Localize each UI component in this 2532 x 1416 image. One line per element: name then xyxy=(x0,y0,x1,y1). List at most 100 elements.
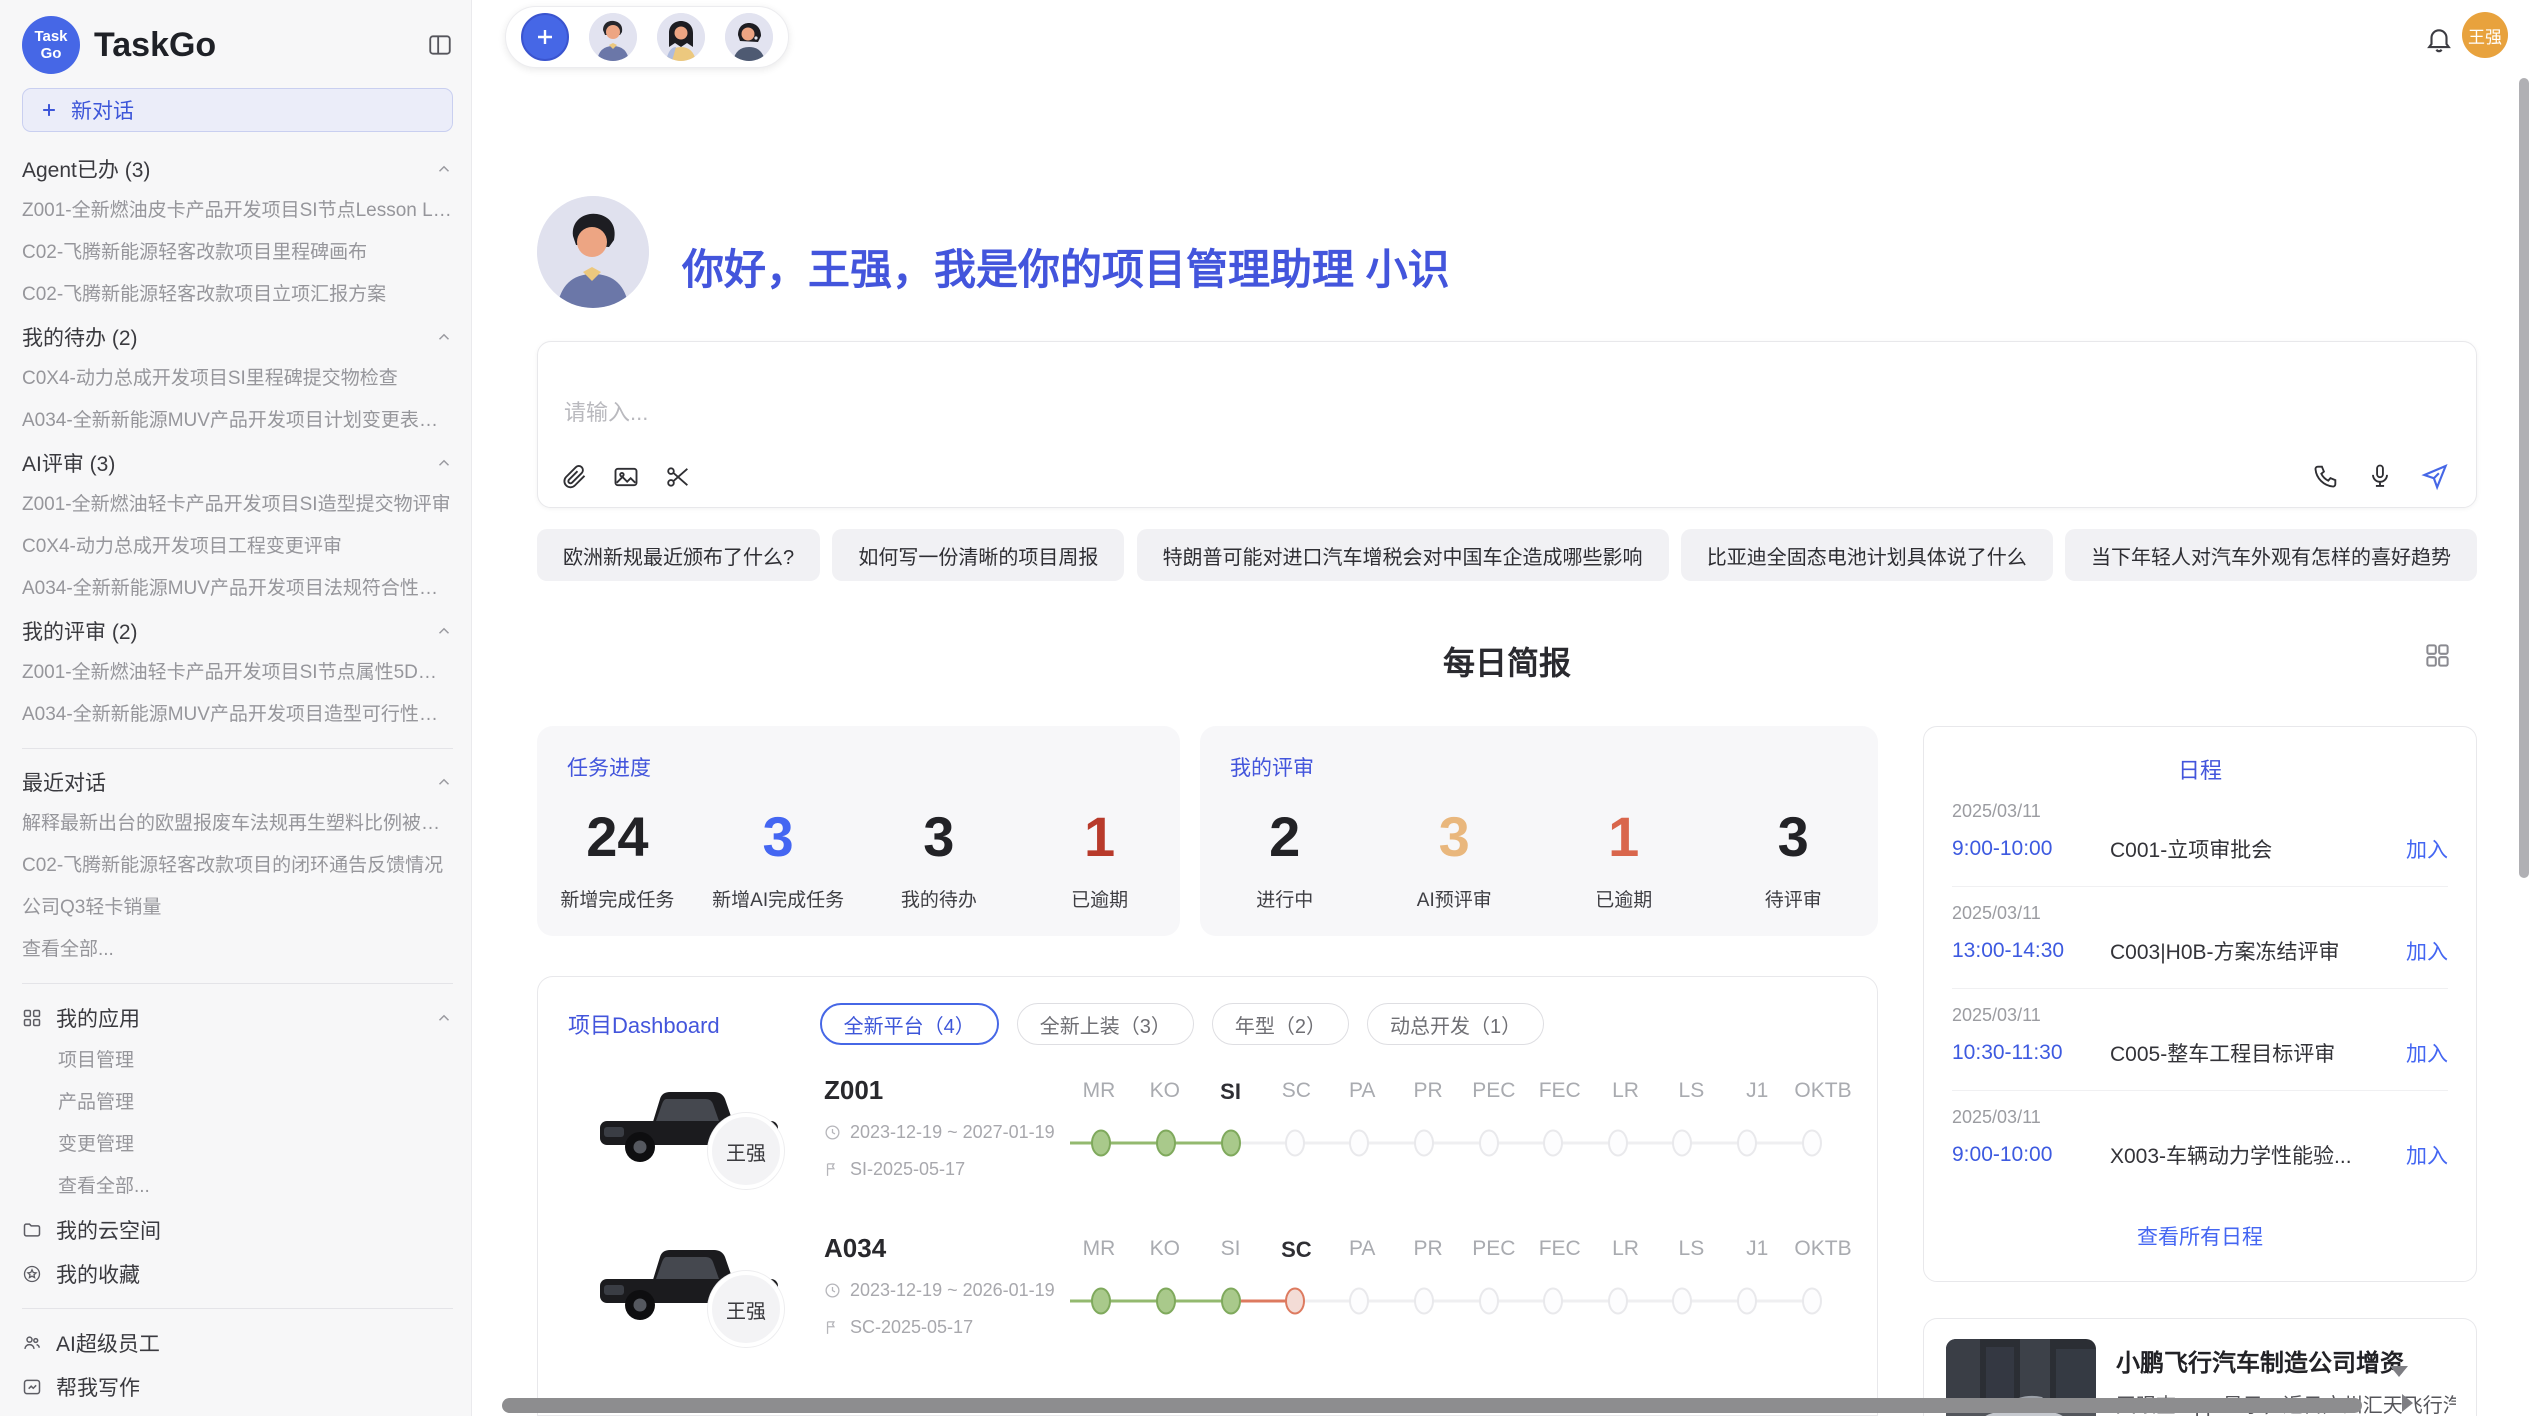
layout-grid-icon[interactable] xyxy=(2424,642,2451,669)
phone-icon[interactable] xyxy=(2312,462,2340,490)
chevron-up-icon xyxy=(435,328,453,346)
stat-value: 24 xyxy=(586,809,648,865)
dashboard-tabs: 全新平台（4） 全新上装（3） 年型（2） 动总开发（1） xyxy=(820,1003,1545,1045)
milestone-track xyxy=(1066,1273,1856,1329)
assistant-avatar xyxy=(537,196,649,308)
image-icon[interactable] xyxy=(612,463,640,491)
plus-icon xyxy=(39,100,59,120)
list-item[interactable]: C02-飞腾新能源轻客改款项目里程碑画布 xyxy=(22,232,453,274)
sidebar-item-help-me-write[interactable]: 帮我写作 xyxy=(22,1365,453,1409)
agent-avatar-2[interactable] xyxy=(657,13,705,61)
section-ai-review[interactable]: AI评审 (3) xyxy=(22,442,453,484)
agent-avatar-1[interactable] xyxy=(589,13,637,61)
news-title: 小鹏飞行汽车制造公司增资 xyxy=(2116,1343,2404,1378)
scroll-down-arrow-icon[interactable] xyxy=(2390,1366,2408,1377)
event-date: 2025/03/11 xyxy=(1952,903,2448,924)
suggestion-chip[interactable]: 特朗普可能对进口汽车增税会对中国车企造成哪些影响 xyxy=(1137,529,1669,581)
milestone-labels: MRKOSISCPAPRPECFECLRLSJ1OKTB xyxy=(1066,1079,1856,1105)
suggestion-chip[interactable]: 欧洲新规最近颁布了什么? xyxy=(537,529,820,581)
list-item[interactable]: C02-飞腾新能源轻客改款项目的闭环通告反馈情况 xyxy=(22,845,453,887)
join-link[interactable]: 加入 xyxy=(2406,834,2448,864)
mic-icon[interactable] xyxy=(2366,462,2394,490)
list-item[interactable]: C02-飞腾新能源轻客改款项目立项汇报方案 xyxy=(22,274,453,316)
join-link[interactable]: 加入 xyxy=(2406,936,2448,966)
clock-icon xyxy=(824,1124,841,1141)
section-recent-chats[interactable]: 最近对话 xyxy=(22,761,453,803)
tab-model-year[interactable]: 年型（2） xyxy=(1212,1003,1349,1045)
project-dashboard-card: 项目Dashboard 全新平台（4） 全新上装（3） 年型（2） 动总开发（1… xyxy=(537,976,1878,1416)
section-agent-done[interactable]: Agent已办 (3) xyxy=(22,148,453,190)
list-item[interactable]: A034-全新新能源MUV产品开发项目法规符合性评审 xyxy=(22,568,453,610)
agent-switcher-pill xyxy=(505,6,789,68)
list-item[interactable]: Z001-全新燃油轻卡产品开发项目SI造型提交物评审 xyxy=(22,484,453,526)
suggestion-chip[interactable]: 比亚迪全固态电池计划具体说了什么 xyxy=(1681,529,2053,581)
chevron-up-icon xyxy=(435,1009,453,1027)
join-link[interactable]: 加入 xyxy=(2406,1038,2448,1068)
project-date-range: 2023-12-19 ~ 2026-01-19 xyxy=(850,1280,1055,1301)
sidebar-item-cloud-space[interactable]: 我的云空间 xyxy=(22,1208,453,1252)
list-item[interactable]: A034-全新新能源MUV产品开发项目造型可行性评审 xyxy=(22,694,453,736)
horizontal-scrollbar[interactable] xyxy=(502,1398,2362,1413)
stat-label: 新增AI完成任务 xyxy=(712,885,844,912)
view-all-chats[interactable]: 查看全部... xyxy=(22,929,453,971)
scissors-icon[interactable] xyxy=(664,463,692,491)
milestone-track xyxy=(1066,1115,1856,1171)
suggestion-chips: 欧洲新规最近颁布了什么? 如何写一份清晰的项目周报 特朗普可能对进口汽车增税会对… xyxy=(537,529,2477,581)
project-row-a034[interactable]: 王强 A034 2023-12-19 ~ 2026-01-19 SC-2025-… xyxy=(538,1219,1877,1377)
card-title: 任务进度 xyxy=(567,752,651,782)
tab-powertrain[interactable]: 动总开发（1） xyxy=(1367,1003,1544,1045)
project-next-milestone: SI-2025-05-17 xyxy=(850,1159,965,1180)
event-name: X003-车辆动力学性能验... xyxy=(2110,1140,2406,1170)
view-all-schedule-link[interactable]: 查看所有日程 xyxy=(1952,1221,2448,1251)
chevron-up-icon xyxy=(435,622,453,640)
chat-input[interactable] xyxy=(564,400,1964,426)
tab-new-body[interactable]: 全新上装（3） xyxy=(1017,1003,1194,1045)
attach-icon[interactable] xyxy=(560,463,588,491)
tab-new-platform[interactable]: 全新平台（4） xyxy=(820,1003,999,1045)
schedule-title: 日程 xyxy=(1952,753,2448,785)
sidebar-item-ai-super-staff[interactable]: AI超级员工 xyxy=(22,1321,453,1365)
list-item[interactable]: Z001-全新燃油皮卡产品开发项目SI节点Lesson Learn报告 xyxy=(22,190,453,232)
list-item[interactable]: 解释最新出台的欧盟报废车法规再生塑料比例被调至15%... xyxy=(22,803,453,845)
vertical-scrollbar[interactable] xyxy=(2519,78,2529,878)
sidebar-item-creative-drawing[interactable]: 创意制图 xyxy=(22,1409,453,1416)
sidebar-collapse-icon[interactable] xyxy=(427,32,453,58)
clock-icon xyxy=(824,1282,841,1299)
list-item[interactable]: 公司Q3轻卡销量 xyxy=(22,887,453,929)
sidebar-header: Task Go TaskGo xyxy=(0,0,471,84)
view-all-apps[interactable]: 查看全部... xyxy=(58,1166,453,1208)
section-my-todo[interactable]: 我的待办 (2) xyxy=(22,316,453,358)
add-agent-button[interactable] xyxy=(521,13,569,61)
event-name: C003|H0B-方案冻结评审 xyxy=(2110,936,2406,966)
people-icon xyxy=(22,1333,42,1353)
sidebar-item-my-apps[interactable]: 我的应用 xyxy=(22,996,453,1040)
join-link[interactable]: 加入 xyxy=(2406,1140,2448,1170)
user-avatar[interactable]: 王强 xyxy=(2462,12,2508,58)
app-item-product-mgmt[interactable]: 产品管理 xyxy=(58,1082,453,1124)
list-item[interactable]: A034-全新新能源MUV产品开发项目计划变更表编写 xyxy=(22,400,453,442)
section-my-review[interactable]: 我的评审 (2) xyxy=(22,610,453,652)
project-row-z001[interactable]: 王强 Z001 2023-12-19 ~ 2027-01-19 SI-2025-… xyxy=(538,1061,1877,1219)
daily-brief-title: 每日简报 xyxy=(537,638,2477,684)
suggestion-chip[interactable]: 如何写一份清晰的项目周报 xyxy=(832,529,1124,581)
scroll-right-arrow-icon[interactable] xyxy=(2402,1394,2413,1412)
task-progress-card: 任务进度 24新增完成任务 3新增AI完成任务 3我的待办 1已逾期 xyxy=(537,726,1180,936)
sidebar-item-favorites[interactable]: 我的收藏 xyxy=(22,1252,453,1296)
stat-label: 新增完成任务 xyxy=(560,885,674,912)
new-chat-button[interactable]: 新对话 xyxy=(22,88,453,132)
list-item[interactable]: C0X4-动力总成开发项目工程变更评审 xyxy=(22,526,453,568)
send-icon[interactable] xyxy=(2420,461,2450,491)
app-item-change-mgmt[interactable]: 变更管理 xyxy=(58,1124,453,1166)
notifications-bell-icon[interactable] xyxy=(2424,24,2454,54)
suggestion-chip[interactable]: 当下年轻人对汽车外观有怎样的喜好趋势 xyxy=(2065,529,2477,581)
event-name: C005-整车工程目标评审 xyxy=(2110,1038,2406,1068)
list-item[interactable]: Z001-全新燃油轻卡产品开发项目SI节点属性5D文件评审 xyxy=(22,652,453,694)
my-review-card: 我的评审 2进行中 3AI预评审 1已逾期 3待评审 xyxy=(1200,726,1878,936)
divider xyxy=(22,983,453,984)
app-item-project-mgmt[interactable]: 项目管理 xyxy=(58,1040,453,1082)
list-item[interactable]: C0X4-动力总成开发项目SI里程碑提交物检查 xyxy=(22,358,453,400)
schedule-event: 2025/03/11 9:00-10:00 C001-立项审批会 加入 xyxy=(1952,785,2448,887)
agent-avatar-3[interactable] xyxy=(725,13,773,61)
sidebar-item-label: 我的收藏 xyxy=(56,1259,140,1289)
chat-input-card xyxy=(537,341,2477,508)
